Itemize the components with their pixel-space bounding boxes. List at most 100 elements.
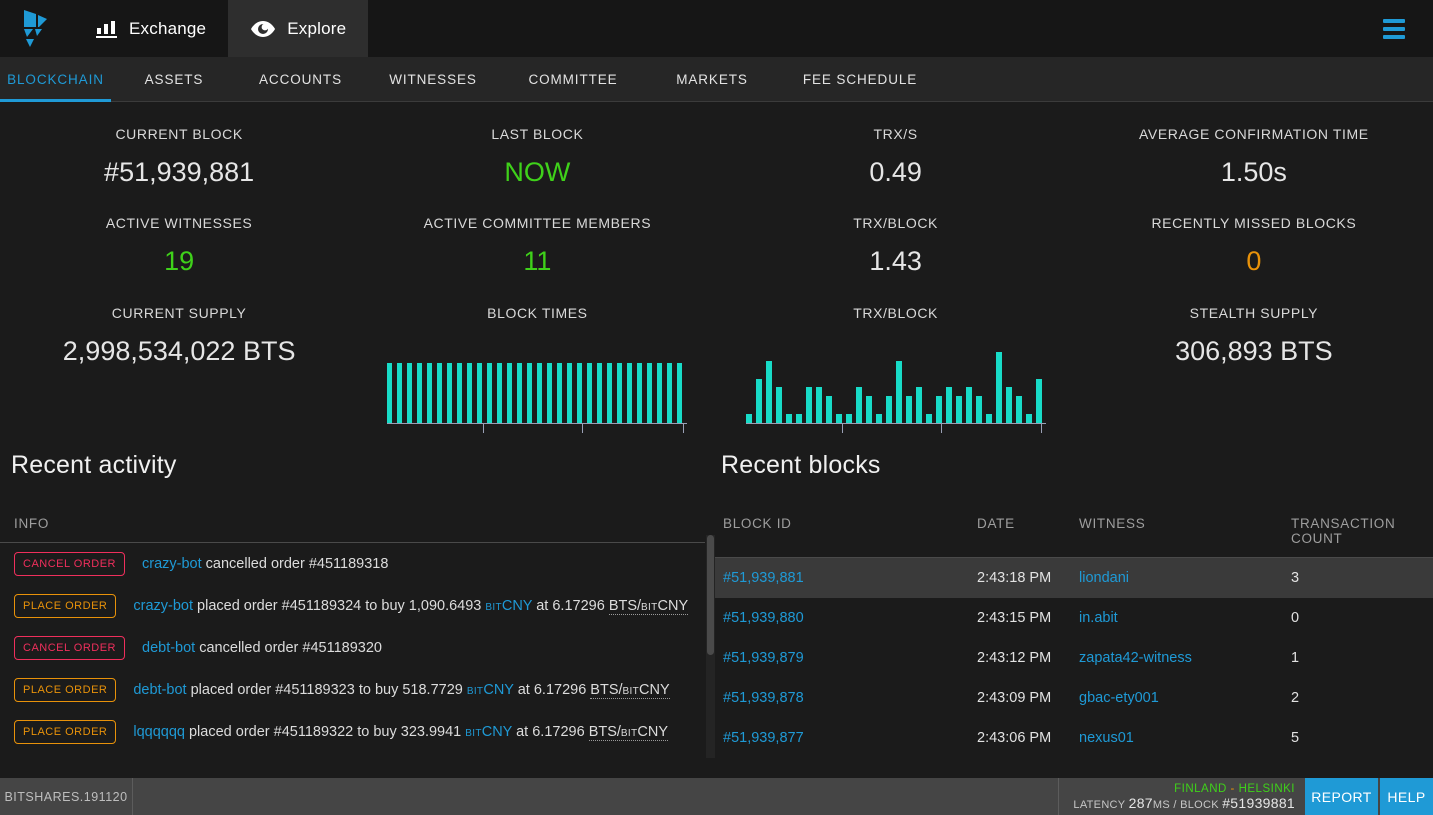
block-id-link[interactable]: #51,939,877 [723,730,977,746]
block-id-link[interactable]: #51,939,878 [723,690,977,706]
bitshares-logo[interactable] [0,0,74,57]
table-row[interactable]: #51,939,879 2:43:12 PM zapata42-witness 1 [715,638,1433,678]
activity-row[interactable]: CANCEL ORDER crazy-bot cancelled order #4… [0,543,705,585]
pair-base: BTS/ [590,682,623,698]
blockchain-stats-grid: CURRENT BLOCK #51,939,881 LAST BLOCK NOW… [0,102,1433,433]
chart-bar [805,387,812,423]
operation-badge[interactable]: PLACE ORDER [14,594,117,618]
witness-link[interactable]: gbac-ety001 [1079,690,1291,706]
top-bar: Exchange Explore [0,0,1433,57]
account-link[interactable]: debt-bot [142,640,195,656]
table-row[interactable]: #51,939,877 2:43:06 PM nexus01 5 [715,718,1433,758]
topnav-item-exchange[interactable]: Exchange [74,0,228,57]
tab-blockchain[interactable]: BLOCKCHAIN [0,57,111,102]
tab-accounts[interactable]: ACCOUNTS [237,57,364,101]
node-city: HELSINKI [1238,782,1295,795]
report-button[interactable]: REPORT [1305,778,1378,815]
chart-bar [447,363,453,423]
activity-scrollbar-thumb[interactable] [707,535,714,655]
activity-row[interactable]: CANCEL ORDER debt-bot cancelled order #45… [0,627,705,669]
section-tabs: BLOCKCHAIN ASSETS ACCOUNTS WITNESSES COM… [0,57,1433,102]
operation-badge[interactable]: PLACE ORDER [14,720,117,744]
chart-bar [1005,387,1012,423]
activity-row[interactable]: PLACE ORDER crazy-bot placed order #45118… [0,585,705,627]
tab-markets[interactable]: MARKETS [644,57,780,101]
chart-bar [557,363,563,423]
chart-bar [597,363,603,423]
market-pair[interactable]: BTS/BITCNY [608,598,689,615]
market-pair[interactable]: BTS/BITCNY [590,682,670,699]
help-button[interactable]: HELP [1378,778,1433,815]
tab-committee[interactable]: COMMITTEE [502,57,644,101]
stat-label: TRX/BLOCK [853,215,938,231]
tab-label: ACCOUNTS [259,71,342,87]
tab-label: COMMITTEE [528,71,618,87]
chart-axis [745,423,1046,424]
chart-bar [755,378,762,423]
node-latency: LATENCY 287MS / BLOCK #51939881 [1073,796,1295,812]
chart-bar [457,363,463,423]
hamburger-menu-icon[interactable] [1383,18,1405,39]
pair-prefix: BIT [641,602,658,613]
chart-bar [567,363,573,423]
topnav-item-explore[interactable]: Explore [228,0,369,57]
activity-row[interactable]: PLACE ORDER debt-bot placed order #451189… [0,669,705,711]
tab-assets[interactable]: ASSETS [111,57,237,101]
account-link[interactable]: lqqqqqq [133,724,185,740]
activity-row[interactable]: PLACE ORDER lqqqqqq placed order #4511893… [0,711,705,753]
chart-area [358,335,716,433]
pair-prefix: BIT [620,728,638,739]
chart-bar [895,360,902,423]
chart-tick [582,423,584,433]
table-row[interactable]: #51,939,878 2:43:09 PM gbac-ety001 2 [715,678,1433,718]
chart-bar [935,396,942,423]
chart-title: TRX/BLOCK [853,305,938,321]
operation-badge[interactable]: PLACE ORDER [14,678,117,702]
account-link[interactable]: crazy-bot [133,598,193,614]
chart-inner [745,335,1046,433]
stat-value: 1.50s [1220,157,1287,187]
chart-bar [985,414,992,423]
chart-tick [682,423,684,433]
transaction-count: 5 [1291,730,1300,746]
transaction-count: 0 [1291,610,1300,626]
table-row[interactable]: #51,939,881 2:43:18 PM liondani 3 [715,558,1433,598]
chart-bar [427,363,433,423]
tab-fee-schedule[interactable]: FEE SCHEDULE [780,57,940,101]
chart-bars [745,335,1046,423]
stat-value: NOW [504,157,571,187]
account-link[interactable]: crazy-bot [142,556,202,572]
table-row[interactable]: #51,939,880 2:43:15 PM in.abit 0 [715,598,1433,638]
asset-prefix: BIT [485,602,502,613]
account-link[interactable]: debt-bot [133,682,186,698]
witness-link[interactable]: in.abit [1079,610,1291,626]
chart-bar [397,363,403,423]
block-id-link[interactable]: #51,939,880 [723,610,977,626]
transaction-count: 2 [1291,690,1300,706]
chart-bar [1025,414,1032,423]
pair-quote: CNY [657,598,689,614]
stat-value: 306,893 BTS [1175,336,1333,366]
asset-name: BITCNY [467,682,514,698]
operation-badge[interactable]: CANCEL ORDER [14,552,125,576]
chart-bar [497,363,503,423]
witness-link[interactable]: zapata42-witness [1079,650,1291,666]
chart-bar [677,363,683,423]
tab-witnesses[interactable]: WITNESSES [364,57,502,101]
activity-text: placed order #451189324 to buy 1,090.649… [193,598,486,614]
recent-activity-header: INFO [0,480,705,543]
block-id-link[interactable]: #51,939,879 [723,650,977,666]
chart-bar [657,363,663,423]
block-id-link[interactable]: #51,939,881 [723,570,977,586]
operation-badge[interactable]: CANCEL ORDER [14,636,125,660]
chart-bars [387,335,687,423]
chart-area [717,335,1075,433]
page-title-recent-activity: Recent activity [11,451,177,479]
node-status[interactable]: FINLAND - HELSINKI LATENCY 287MS / BLOCK… [1059,778,1305,815]
witness-link[interactable]: nexus01 [1079,730,1291,746]
witness-link[interactable]: liondani [1079,570,1291,586]
stat-average-confirmation-time: AVERAGE CONFIRMATION TIME 1.50s [1075,124,1433,191]
chart-bar [995,351,1002,423]
market-pair[interactable]: BTS/BITCNY [588,724,669,741]
activity-scrollbar[interactable] [706,535,715,758]
